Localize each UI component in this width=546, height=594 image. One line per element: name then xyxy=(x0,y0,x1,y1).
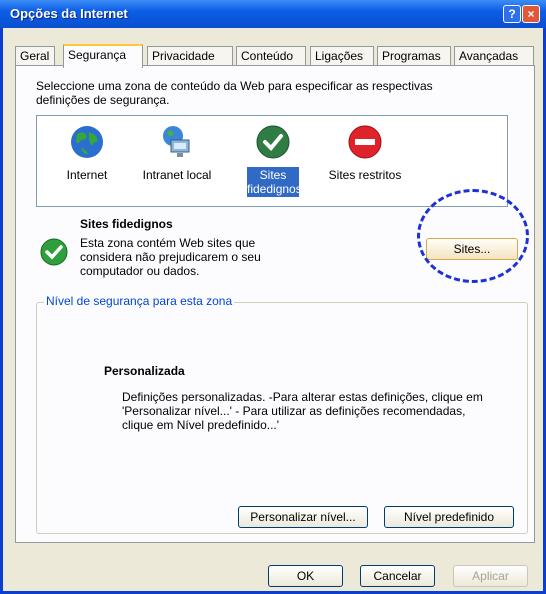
zone-restricted-sites[interactable]: Sites restritos xyxy=(325,116,405,206)
default-level-button[interactable]: Nível predefinido xyxy=(384,506,514,528)
trusted-sites-checkmark-icon xyxy=(40,238,68,266)
network-computer-icon xyxy=(163,126,190,157)
zone-trusted-sites[interactable]: Sites fidedignos xyxy=(233,116,313,206)
security-level-legend: Nível de segurança para esta zona xyxy=(44,294,235,308)
tab-privacidade[interactable]: Privacidade xyxy=(147,46,233,65)
security-level-description: Definições personalizadas. -Para alterar… xyxy=(122,390,483,432)
tab-conteudo[interactable]: Conteúdo xyxy=(236,46,306,65)
zone-label: Intranet local xyxy=(142,168,212,182)
checkmark-icon xyxy=(256,125,290,159)
tab-programas[interactable]: Programas xyxy=(377,46,451,65)
zone-label: Sites restritos xyxy=(328,168,402,182)
ok-button[interactable]: OK xyxy=(268,565,343,587)
restricted-icon xyxy=(348,125,382,159)
title-bar[interactable]: Opções da Internet ? × xyxy=(0,0,546,28)
cancel-button[interactable]: Cancelar xyxy=(360,565,435,587)
zone-label: Sites fidedignos xyxy=(247,167,302,197)
selected-zone-description: Esta zona contém Web sites que considera… xyxy=(80,236,261,278)
zone-list: Internet Intranet local Sites fidedignos xyxy=(36,115,508,207)
globe-icon xyxy=(71,126,103,158)
tab-avancadas[interactable]: Avançadas xyxy=(454,46,534,65)
tab-seguranca[interactable]: Segurança xyxy=(63,44,143,68)
annotation-circle xyxy=(417,189,529,283)
security-panel: Seleccione uma zona de conteúdo da Web p… xyxy=(15,65,535,543)
apply-button[interactable]: Aplicar xyxy=(453,565,528,587)
selected-zone-title: Sites fidedignos xyxy=(80,217,173,231)
zone-label: Internet xyxy=(66,168,108,182)
custom-level-button[interactable]: Personalizar nível... xyxy=(238,506,368,528)
close-button[interactable]: × xyxy=(522,5,540,23)
tab-geral[interactable]: Geral xyxy=(15,46,55,65)
help-button[interactable]: ? xyxy=(503,5,521,23)
zone-intranet[interactable]: Intranet local xyxy=(137,116,217,206)
tab-ligacoes[interactable]: Ligações xyxy=(310,46,374,65)
security-level-title: Personalizada xyxy=(104,364,185,378)
zone-internet[interactable]: Internet xyxy=(47,116,127,206)
zone-instruction: Seleccione uma zona de conteúdo da Web p… xyxy=(36,79,433,107)
internet-options-window: Opções da Internet ? × Geral Segurança P… xyxy=(0,0,546,594)
window-title: Opções da Internet xyxy=(10,6,128,21)
